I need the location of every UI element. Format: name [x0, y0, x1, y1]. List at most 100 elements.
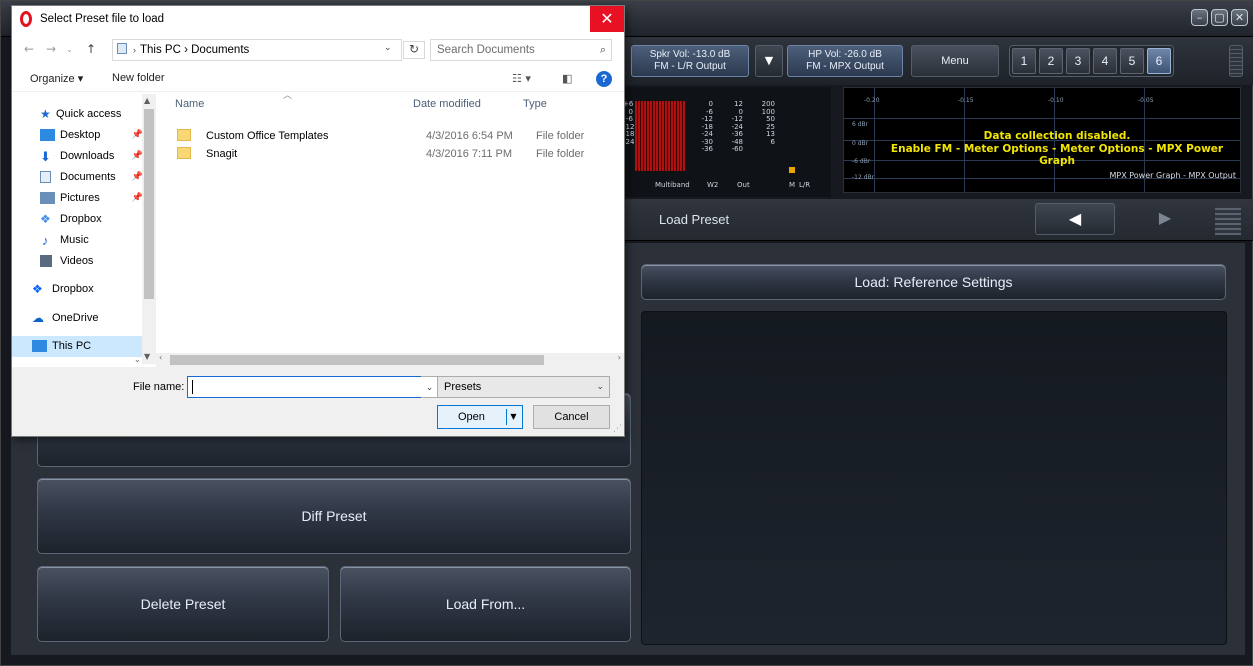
- x-tick: -0.15: [958, 97, 974, 104]
- nav-scroll-thumb[interactable]: [144, 109, 154, 299]
- nav-downloads[interactable]: ⬇ Downloads 📌: [12, 146, 155, 167]
- star-icon: ★: [40, 107, 51, 121]
- nav-scrollbar[interactable]: ▲ ▼: [142, 94, 156, 364]
- file-list-scroll-thumb[interactable]: [170, 355, 544, 365]
- sort-ascending-icon: ︿: [283, 91, 293, 101]
- list-grip-icon[interactable]: [1215, 205, 1241, 235]
- load-reference-settings-button[interactable]: Load: Reference Settings: [641, 264, 1226, 300]
- nav-label: Quick access: [56, 108, 122, 120]
- preset-3-button[interactable]: 3: [1066, 48, 1090, 74]
- speaker-volume-button[interactable]: Spkr Vol: -13.0 dB FM - L/R Output: [631, 45, 749, 77]
- lr-label: L/R: [799, 181, 811, 189]
- file-row[interactable]: Custom Office Templates 4/3/2016 6:54 PM…: [171, 127, 611, 145]
- nav-this-pc[interactable]: This PC: [12, 336, 142, 357]
- toolbar-grip-icon[interactable]: [1229, 45, 1243, 77]
- back-arrow-icon[interactable]: ←: [24, 42, 34, 56]
- address-bar[interactable]: › This PC › Documents: [112, 39, 402, 61]
- column-header-name[interactable]: Name: [175, 98, 204, 110]
- preset-2-button[interactable]: 2: [1039, 48, 1063, 74]
- nav-label: Pictures: [60, 192, 100, 204]
- breadcrumb: This PC › Documents: [140, 44, 250, 56]
- recent-chevron-icon[interactable]: ⌄: [66, 45, 73, 54]
- folder-icon: [117, 43, 127, 54]
- headphone-volume-button[interactable]: HP Vol: -26.0 dB FM - MPX Output: [787, 45, 903, 77]
- nav-dropbox[interactable]: ❖ Dropbox: [12, 279, 155, 300]
- nav-label: Music: [60, 234, 89, 246]
- preset-4-button[interactable]: 4: [1093, 48, 1117, 74]
- diff-preset-button[interactable]: Diff Preset: [37, 478, 631, 554]
- preset-6-button[interactable]: 6: [1147, 48, 1171, 74]
- address-dropdown-icon[interactable]: ⌄: [384, 43, 392, 53]
- folder-icon: [177, 129, 191, 141]
- nav-quick-access[interactable]: ★ Quick access: [12, 104, 155, 125]
- desktop-icon: [40, 129, 55, 141]
- help-icon[interactable]: ?: [596, 71, 612, 87]
- nav-desktop[interactable]: Desktop 📌: [12, 125, 155, 146]
- view-options-icon[interactable]: ☷ ▾: [512, 72, 531, 85]
- graph-message-disabled: Data collection disabled.: [983, 130, 1131, 142]
- open-split-arrow-icon[interactable]: ▼: [506, 409, 520, 425]
- new-folder-button[interactable]: New folder: [112, 72, 165, 84]
- up-arrow-icon[interactable]: ↑: [86, 42, 96, 56]
- file-row[interactable]: Snagit 4/3/2016 7:11 PM File folder: [171, 145, 611, 163]
- file-date: 4/3/2016 7:11 PM: [426, 148, 513, 160]
- nav-label: Documents: [60, 171, 116, 183]
- maximize-button[interactable]: ▢: [1211, 9, 1228, 26]
- next-arrow-icon[interactable]: ▶: [1125, 203, 1205, 235]
- file-list: ︿ Name Date modified Type Custom Office …: [157, 91, 624, 352]
- scroll-left-icon[interactable]: ‹: [159, 353, 162, 362]
- close-app-button[interactable]: ✕: [1231, 9, 1248, 26]
- preset-1-button[interactable]: 1: [1012, 48, 1036, 74]
- file-date: 4/3/2016 6:54 PM: [426, 130, 513, 142]
- previous-arrow-icon[interactable]: ◀: [1035, 203, 1115, 235]
- nav-documents[interactable]: Documents 📌: [12, 167, 155, 188]
- file-name-input[interactable]: [187, 376, 423, 398]
- scroll-right-icon[interactable]: ›: [618, 353, 621, 362]
- column-header-date[interactable]: Date modified: [413, 98, 481, 110]
- dialog-close-button[interactable]: ✕: [590, 6, 624, 32]
- search-input[interactable]: Search Documents ⌕: [430, 39, 612, 61]
- chevron-down-icon[interactable]: ▼: [755, 45, 783, 77]
- nav-dropbox-quick[interactable]: ❖ Dropbox: [12, 209, 155, 230]
- chevron-down-icon: ⌄: [596, 382, 604, 392]
- preview-pane-icon[interactable]: ◧: [562, 72, 572, 85]
- preset-list-area[interactable]: [641, 311, 1227, 645]
- dialog-footer: File name: ⌄ Presets ⌄ Open ▼ Cancel ⋰: [12, 367, 624, 436]
- nav-pictures[interactable]: Pictures 📌: [12, 188, 155, 209]
- preset-5-button[interactable]: 5: [1120, 48, 1144, 74]
- refresh-icon[interactable]: ↻: [403, 41, 425, 59]
- search-icon: ⌕: [599, 43, 606, 56]
- headphone-output-text: FM - MPX Output: [806, 61, 884, 72]
- videos-icon: [40, 255, 52, 267]
- preset-number-group: 1 2 3 4 5 6: [1009, 45, 1174, 77]
- file-list-scrollbar[interactable]: ‹ ›: [156, 353, 624, 367]
- organize-button[interactable]: Organize ▾: [30, 72, 83, 85]
- minimize-button[interactable]: –: [1191, 9, 1208, 26]
- cancel-button[interactable]: Cancel: [533, 405, 610, 429]
- resize-grip-icon[interactable]: ⋰: [613, 424, 622, 434]
- y-tick: -6 dBr: [852, 158, 871, 165]
- m-label: M: [789, 181, 796, 189]
- computer-icon: [32, 340, 47, 352]
- scroll-down-icon[interactable]: ▼: [144, 352, 150, 361]
- load-from-button[interactable]: Load From...: [340, 566, 631, 642]
- file-type-filter[interactable]: Presets ⌄: [437, 376, 610, 398]
- nav-collapse-chevron-icon[interactable]: ⌄: [134, 355, 141, 364]
- meter-scale-out: 12 0 -12 -24 -36 -48 -60: [729, 100, 743, 154]
- out-label: Out: [737, 181, 750, 189]
- forward-arrow-icon[interactable]: →: [46, 42, 56, 56]
- cloud-icon: ☁: [32, 311, 44, 325]
- graph-footer: MPX Power Graph - MPX Output: [1109, 171, 1236, 180]
- delete-preset-button[interactable]: Delete Preset: [37, 566, 329, 642]
- nav-music[interactable]: ♪ Music: [12, 230, 155, 251]
- open-button[interactable]: Open ▼: [437, 405, 523, 429]
- nav-onedrive[interactable]: ☁ OneDrive: [12, 308, 155, 329]
- menu-button[interactable]: Menu: [911, 45, 999, 77]
- x-tick: -0.10: [1048, 97, 1064, 104]
- file-type: File folder: [536, 148, 585, 160]
- nav-videos[interactable]: Videos: [12, 251, 155, 272]
- meter-scale-w2: 0 -6 -12 -18 -24 -30 -36: [699, 100, 713, 154]
- nav-label: This PC: [52, 340, 92, 352]
- scroll-up-icon[interactable]: ▲: [144, 96, 150, 105]
- column-header-type[interactable]: Type: [523, 98, 547, 110]
